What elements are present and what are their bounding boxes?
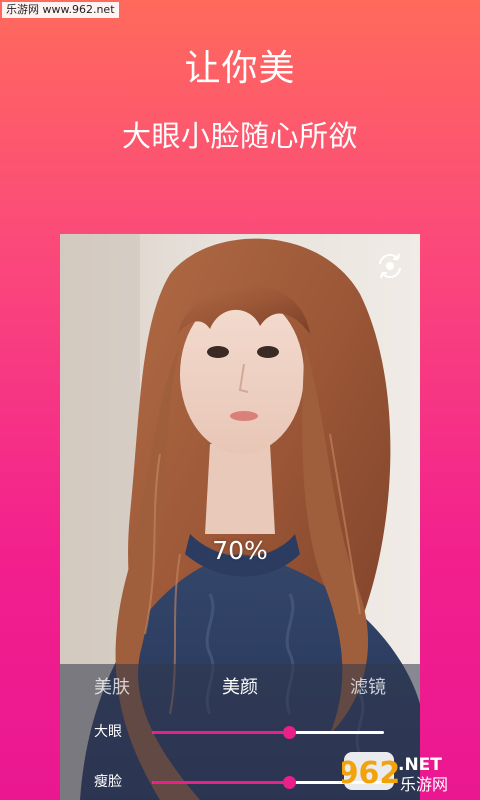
rotate-camera-icon — [379, 253, 401, 279]
slim-face-slider-thumb[interactable] — [282, 776, 296, 789]
slim-face-label: 瘦脸 — [94, 774, 122, 790]
tab-skin[interactable]: 美肤 — [94, 676, 130, 700]
switch-camera-button[interactable] — [372, 248, 408, 284]
headline: 让你美 — [184, 48, 296, 89]
tab-beauty[interactable]: 美颜 — [222, 676, 258, 700]
big-eye-slider[interactable] — [152, 726, 384, 739]
tab-filter[interactable]: 滤镜 — [350, 676, 386, 700]
logo-digits: 962 — [342, 756, 400, 791]
intensity-percent: 70% — [212, 536, 268, 565]
site-logo-watermark: 962 .NET 乐游网 — [342, 752, 448, 794]
subheadline: 大眼小脸随心所欲 — [121, 119, 358, 153]
logo-suffix: .NET — [398, 755, 442, 775]
logo-sub: 乐游网 — [400, 775, 448, 794]
big-eye-label: 大眼 — [94, 724, 122, 740]
site-watermark: 乐游网 www.962.net — [2, 2, 119, 18]
big-eye-slider-row: 大眼 — [60, 720, 420, 744]
beauty-tabs: 美肤 美颜 滤镜 — [60, 676, 420, 700]
big-eye-slider-thumb[interactable] — [282, 726, 296, 739]
big-eye-slider-fill — [152, 731, 289, 734]
slim-face-slider-fill — [152, 781, 289, 784]
camera-preview[interactable]: 70% 美肤 美颜 滤镜 大眼 瘦脸 — [60, 234, 420, 800]
